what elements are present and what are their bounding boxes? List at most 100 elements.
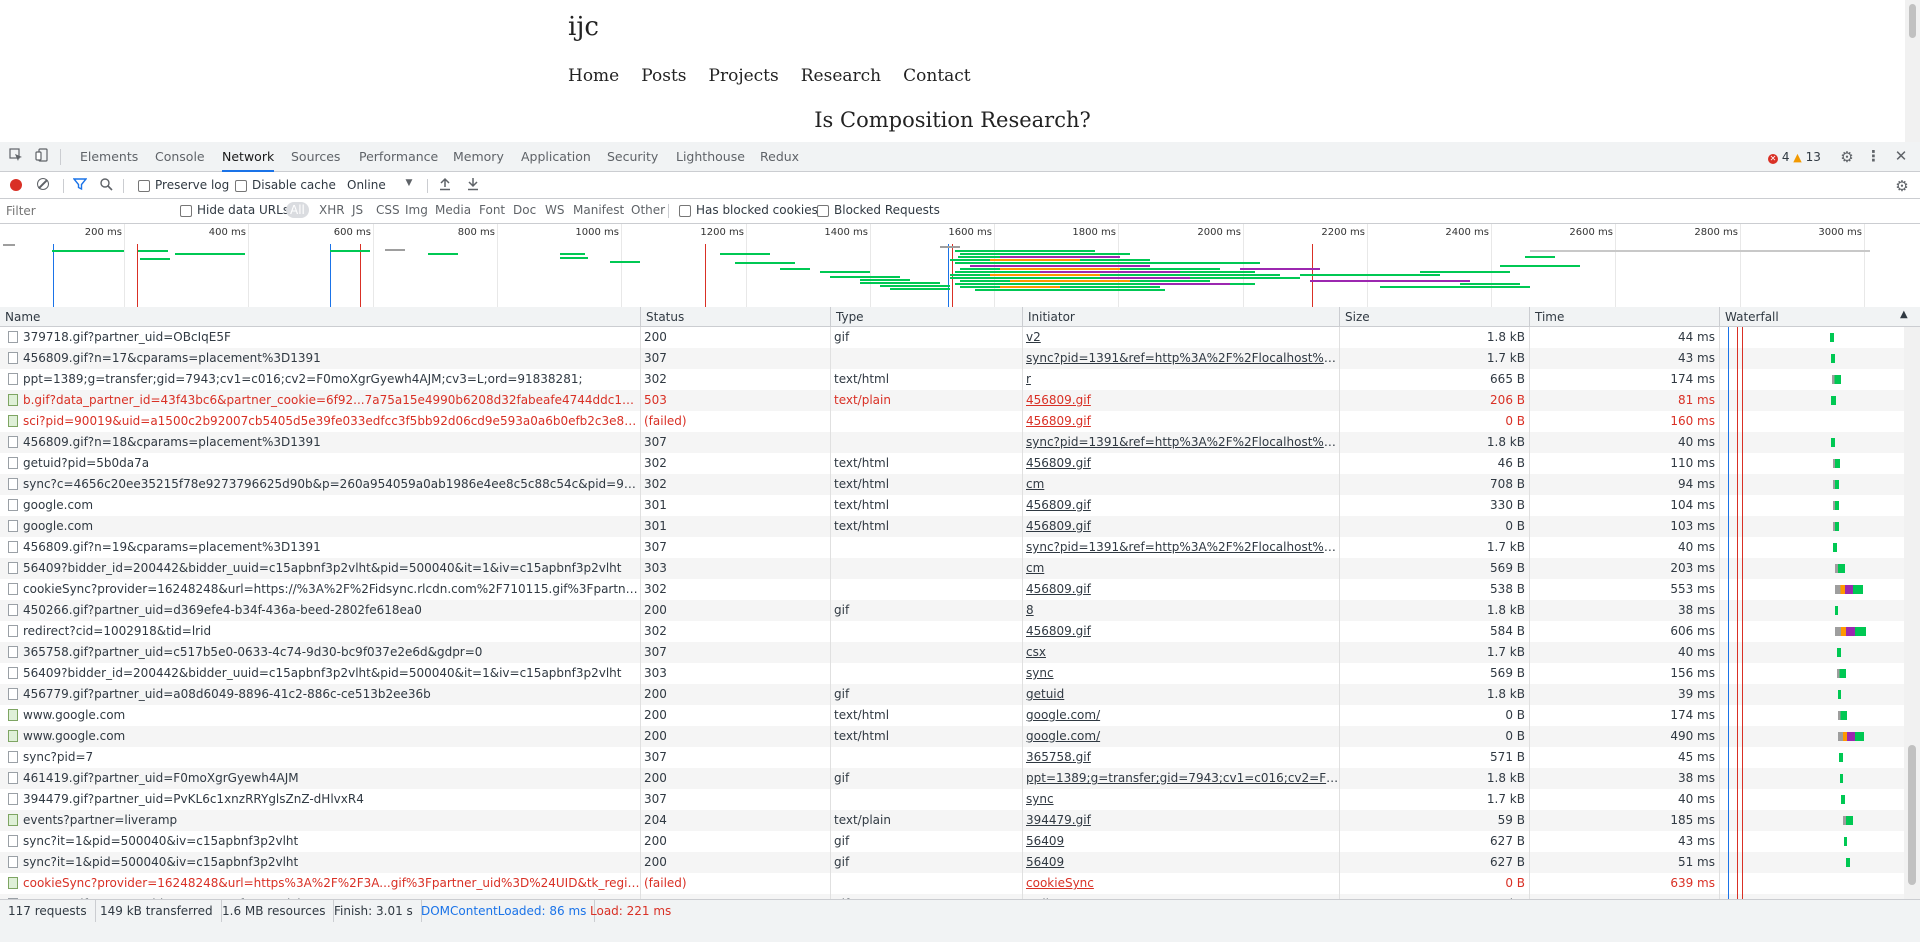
request-name[interactable]: sync?c=4656c20ee35215f78e9273796625d90b&… [0,474,640,495]
request-row[interactable]: google.com 301 text/html 456809.gif 330 B 104… [0,495,1904,516]
nav-posts[interactable]: Posts [641,66,686,86]
tab-network[interactable]: Network [222,142,275,172]
request-initiator[interactable]: 456809.gif [1022,411,1339,432]
request-initiator[interactable]: v2 [1022,327,1339,348]
filter-type-media[interactable]: Media [435,203,471,217]
request-name[interactable]: 365758.gif?partner_uid=c517b5e0-0633-4c7… [0,642,640,663]
request-name[interactable]: 456809.gif?n=19&cparams=placement%3D1391 [0,537,640,558]
clear-icon[interactable] [37,178,49,190]
request-row[interactable]: getuid?pid=5b0da7a 302 text/html 456809.gif… [0,453,1904,474]
network-overview-timeline[interactable]: 200 ms 400 ms 600 ms 800 ms 1000 ms 1200 ms 14… [0,224,1920,308]
tab-lighthouse[interactable]: Lighthouse [676,142,745,172]
request-row[interactable]: 450266.gif?partner_uid=d369efe4-b34f-436… [0,600,1904,621]
filter-type-ws[interactable]: WS [545,203,564,217]
request-row[interactable]: 56409?bidder_id=200442&bidder_uuid=c15ap… [0,663,1904,684]
request-row[interactable]: 456809.gif?n=19&cparams=placement%3D1391… [0,537,1904,558]
request-row[interactable]: cookieSync?provider=16248248&url=https%3… [0,873,1904,894]
column-initiator[interactable]: Initiator [1022,307,1339,327]
tab-redux[interactable]: Redux [760,142,799,172]
site-title[interactable]: ijc [568,12,599,42]
page-scrollbar-thumb[interactable] [1909,4,1916,38]
filter-type-manifest[interactable]: Manifest [573,203,624,217]
request-name[interactable]: 461419.gif?partner_uid=F0moXgrGyewh4AJM [0,768,640,789]
tab-console[interactable]: Console [155,142,205,172]
request-name[interactable]: 450266.gif?partner_uid=d369efe4-b34f-436… [0,600,640,621]
request-row[interactable]: events?partner=liveramp 204 text/plain 3944… [0,810,1904,831]
request-row[interactable]: sync?c=4656c20ee35215f78e9273796625d90b&… [0,474,1904,495]
filter-type-img[interactable]: Img [405,203,428,217]
request-row[interactable]: www.google.com 200 text/html google.com/0 B… [0,726,1904,747]
request-initiator[interactable]: ppt=1389;g=transfer;gid=7943;cv1=c016;cv… [1022,768,1339,789]
filter-type-css[interactable]: CSS [376,203,400,217]
request-initiator[interactable]: sync?pid=1391&ref=http%3A%2F%2Flocalhost… [1022,537,1339,558]
device-toolbar-icon[interactable] [34,148,50,166]
column-status[interactable]: Status [640,307,830,327]
request-row[interactable]: cookieSync?provider=16248248&url=https:/… [0,579,1904,600]
request-row[interactable]: sync?it=1&pid=500040&iv=c15apbnf3p2vlht 2… [0,852,1904,873]
request-name[interactable]: sync?pid=7 [0,747,640,768]
request-initiator[interactable]: cm [1022,474,1339,495]
has-blocked-cookies-checkbox[interactable] [679,205,691,217]
request-name[interactable]: www.google.com [0,726,640,747]
filter-type-xhr[interactable]: XHR [319,203,345,217]
request-name[interactable]: sync?it=1&pid=500040&iv=c15apbnf3p2vlht [0,852,640,873]
request-row[interactable]: 379718.gif?partner_uid=OBcIqE5F 200 gif v2 1… [0,327,1904,348]
export-har-icon[interactable] [466,177,480,195]
tab-elements[interactable]: Elements [80,142,138,172]
request-row[interactable]: 461419.gif?partner_uid=F0moXgrGyewh4AJM 2… [0,768,1904,789]
filter-type-font[interactable]: Font [479,203,505,217]
request-initiator[interactable]: 365758.gif [1022,747,1339,768]
request-list-scrollbar-thumb[interactable] [1908,745,1916,885]
request-initiator[interactable]: sync?pid=1391&ref=http%3A%2F%2Flocalhost… [1022,348,1339,369]
request-name[interactable]: google.com [0,495,640,516]
request-name[interactable]: events?partner=liveramp [0,810,640,831]
column-type[interactable]: Type [830,307,1022,327]
request-name[interactable]: google.com [0,516,640,537]
request-initiator[interactable]: r [1022,369,1339,390]
request-name[interactable]: www.google.com [0,705,640,726]
request-initiator[interactable]: csx [1022,642,1339,663]
request-initiator[interactable]: google.com/ [1022,726,1339,747]
issues-counter[interactable]: ✕ 4 ▲ 13 [1768,150,1821,164]
request-row[interactable]: sync?pid=7 307 365758.gif 571 B 45 ms [0,747,1904,768]
request-name[interactable]: cookieSync?provider=16248248&url=https:/… [0,579,640,600]
request-name[interactable]: 456809.gif?n=18&cparams=placement%3D1391 [0,432,640,453]
request-name[interactable]: 394479.gif?partner_uid=PvKL6c1xnzRRYglsZ… [0,789,640,810]
request-initiator[interactable]: 456809.gif [1022,621,1339,642]
request-row[interactable]: b.gif?data_partner_id=43f43bc6&partner_c… [0,390,1904,411]
column-size[interactable]: Size [1339,307,1529,327]
request-row[interactable]: 394479.gif?partner_uid=PvKL6c1xnzRRYglsZ… [0,789,1904,810]
tab-memory[interactable]: Memory [453,142,504,172]
filter-type-other[interactable]: Other [631,203,665,217]
request-name[interactable]: getuid?pid=5b0da7a [0,453,640,474]
request-initiator[interactable]: sync [1022,789,1339,810]
request-initiator[interactable]: cookieSync [1022,873,1339,894]
request-initiator[interactable]: sync?pid=1391&ref=http%3A%2F%2Flocalhost… [1022,432,1339,453]
more-options-icon[interactable]: ⋮ [1866,147,1881,165]
tab-sources[interactable]: Sources [291,142,340,172]
request-initiator[interactable]: 456809.gif [1022,453,1339,474]
request-row[interactable]: redirect?cid=1002918&tid=lrid 302 456809.g… [0,621,1904,642]
column-waterfall[interactable]: Waterfall [1719,307,1920,327]
request-row[interactable]: 365758.gif?partner_uid=c517b5e0-0633-4c7… [0,642,1904,663]
request-list-scrollbar[interactable] [1904,327,1920,899]
nav-research[interactable]: Research [801,66,881,86]
record-button[interactable] [10,179,22,191]
filter-input[interactable] [4,201,168,221]
filter-type-js[interactable]: JS [352,203,363,217]
request-row[interactable]: 56409?bidder_id=200442&bidder_uuid=c15ap… [0,558,1904,579]
request-row[interactable]: www.google.com 200 text/html google.com/0 B… [0,705,1904,726]
filter-type-all[interactable]: All [286,202,309,218]
tab-performance[interactable]: Performance [359,142,438,172]
blocked-requests-checkbox[interactable] [817,205,829,217]
close-devtools-icon[interactable]: ✕ [1894,147,1908,165]
request-initiator[interactable]: 394479.gif [1022,810,1339,831]
request-name[interactable]: ppt=1389;g=transfer;gid=7943;cv1=c016;cv… [0,369,640,390]
hide-data-urls-checkbox[interactable] [180,205,192,217]
request-row[interactable]: sync?it=1&pid=500040&iv=c15apbnf3p2vlht 2… [0,831,1904,852]
request-initiator[interactable]: 456809.gif [1022,516,1339,537]
nav-contact[interactable]: Contact [903,66,971,86]
filter-type-doc[interactable]: Doc [513,203,536,217]
preserve-log-checkbox[interactable] [138,180,150,192]
request-name[interactable]: sci?pid=90019&uid=a1500c2b92007cb5405d5e… [0,411,640,432]
